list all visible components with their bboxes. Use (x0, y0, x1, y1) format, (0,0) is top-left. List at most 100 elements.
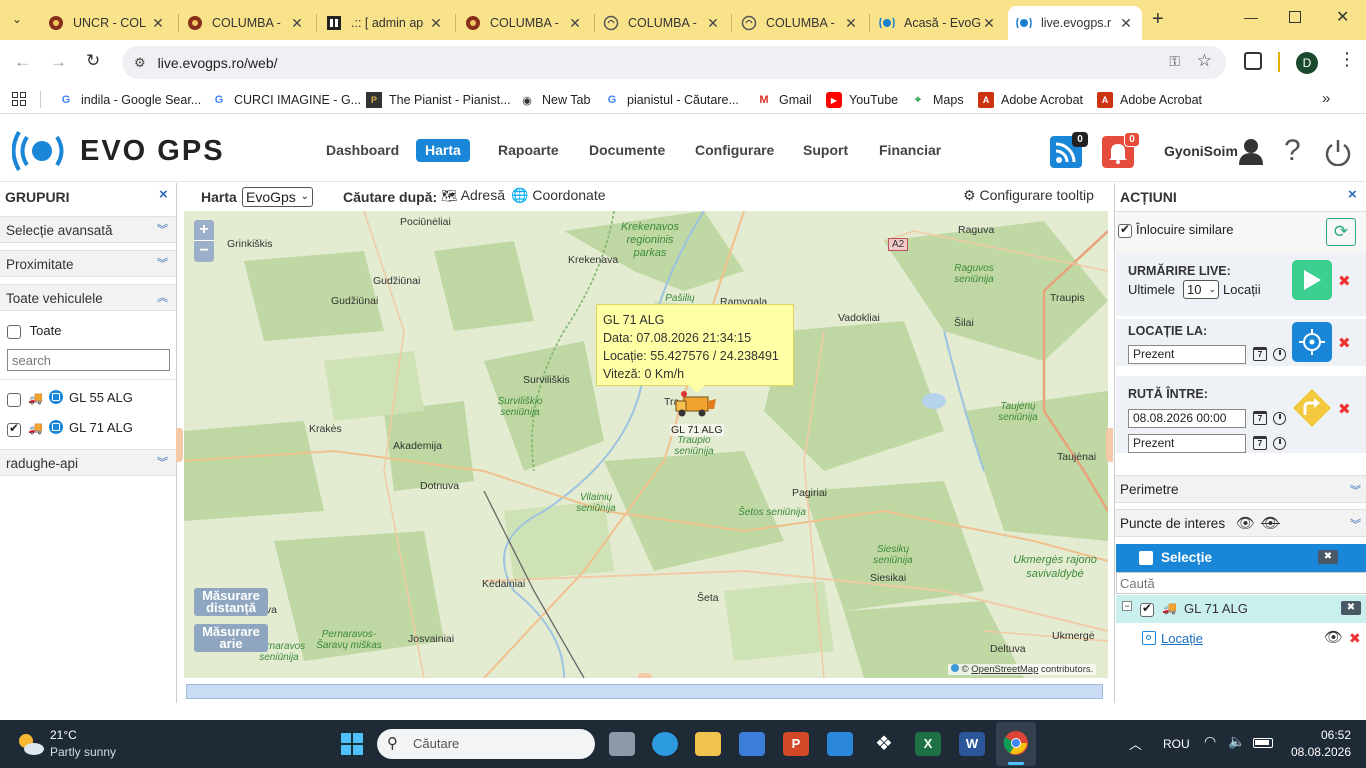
more-bookmarks-icon[interactable]: » (1322, 90, 1330, 107)
extensions-icon[interactable] (1244, 52, 1262, 70)
close-tab-icon[interactable]: ✕ (567, 15, 583, 32)
location-date-input[interactable]: Prezent (1128, 345, 1246, 364)
restore-icon[interactable] (1289, 11, 1301, 23)
profile-avatar[interactable]: D (1296, 52, 1318, 74)
close-tab-icon[interactable]: ✕ (981, 15, 997, 32)
bookmark-item[interactable]: Gpianistul - Căutare... (604, 90, 739, 110)
bookmark-item[interactable]: M Gmail (756, 90, 811, 110)
word-icon[interactable]: W (959, 732, 985, 756)
bookmark-item[interactable]: ◉ New Tab (519, 90, 590, 110)
clock-time[interactable]: 06:52 (1311, 728, 1351, 742)
clock-icon[interactable] (1273, 348, 1286, 361)
wifi-icon[interactable]: ◠ (1204, 733, 1216, 750)
nav-financiar[interactable]: Financiar (870, 139, 950, 162)
clock-date[interactable]: 08.08.2026 (1286, 745, 1351, 759)
browser-tab[interactable]: COLUMBA - ✕ (595, 6, 729, 40)
bookmark-item[interactable]: P The Pianist - Pianist... (366, 90, 511, 110)
mail-icon[interactable] (827, 732, 853, 756)
close-tab-icon[interactable]: ✕ (705, 15, 721, 32)
nav-harta[interactable]: Harta (416, 139, 470, 162)
bookmark-item[interactable]: A Adobe Acrobat (978, 90, 1083, 110)
remove-location-icon[interactable]: ✖ (1349, 630, 1361, 647)
vehicle-row[interactable]: 🚚 GL 55 ALG (7, 388, 175, 408)
task-view-icon[interactable] (609, 732, 635, 756)
nav-dashboard[interactable]: Dashboard (317, 139, 408, 162)
tree-location-row[interactable]: Locație 👁 ✖ (1116, 625, 1366, 653)
calendar-icon[interactable]: 7 (1253, 436, 1267, 450)
start-live-button[interactable] (1292, 260, 1332, 300)
eye-icon[interactable]: 👁 (1236, 514, 1255, 532)
password-key-icon[interactable]: ⚿ (1169, 53, 1180, 70)
store-icon[interactable] (739, 732, 765, 756)
taskbar-search[interactable]: ⚲ Căutare (377, 729, 595, 759)
help-icon[interactable]: ? (1284, 134, 1301, 168)
tree-location-link[interactable]: Locație (1161, 631, 1203, 646)
live-count-select[interactable]: 10 ⌄ (1183, 280, 1219, 299)
map-canvas[interactable]: + − A2 Pociūnėliai Grinkiškis Gudžiūnai … (184, 211, 1108, 678)
close-tab-icon[interactable]: ✕ (843, 15, 859, 32)
menu-icon[interactable]: ⋮ (1338, 50, 1356, 68)
browser-tab[interactable]: COLUMBA - ✕ (179, 6, 313, 40)
measure-area-button[interactable]: Măsurare arie (194, 624, 268, 652)
battery-icon[interactable] (1253, 738, 1273, 748)
back-icon[interactable]: ← (14, 52, 31, 72)
excel-icon[interactable]: X (915, 732, 941, 756)
bottom-panel-toggle[interactable] (638, 673, 652, 678)
zoom-in-button[interactable]: + (194, 220, 214, 241)
vehicle-checkbox[interactable] (7, 421, 21, 437)
power-icon[interactable] (1324, 138, 1352, 166)
close-tab-icon[interactable]: ✕ (1118, 15, 1134, 32)
map-provider-select[interactable]: EvoGps ⌄ (242, 187, 313, 207)
remove-vehicle-icon[interactable]: ✖ (1341, 601, 1361, 615)
evogps-logo[interactable]: EVO GPS (12, 131, 272, 171)
edge-icon[interactable] (652, 732, 678, 756)
close-panel-icon[interactable]: × (1348, 186, 1357, 203)
nav-rapoarte[interactable]: Rapoarte (489, 139, 568, 162)
calendar-icon[interactable]: 7 (1253, 347, 1267, 361)
clock-icon[interactable] (1273, 437, 1286, 450)
vehicle-row[interactable]: 🚚 GL 71 ALG (7, 418, 175, 438)
volume-icon[interactable]: 🔈 (1228, 733, 1245, 750)
route-from-input[interactable]: 08.08.2026 00:00 (1128, 409, 1246, 428)
select-all-checkbox[interactable] (7, 324, 21, 339)
measure-distance-button[interactable]: Măsurare distanță (194, 588, 268, 616)
close-tab-icon[interactable]: ✕ (428, 15, 444, 32)
address-search-button[interactable]: 🗺 Adresă (441, 187, 505, 204)
tree-collapse-icon[interactable]: − (1122, 601, 1132, 611)
vehicle-checkbox[interactable] (7, 392, 21, 407)
section-advanced-selection[interactable]: Selecție avansată ︾ (0, 216, 176, 243)
attribution-link[interactable]: OpenStreetMap (971, 664, 1038, 675)
username[interactable]: GyoniSoim (1164, 143, 1238, 159)
refresh-button[interactable]: ⟳ (1326, 218, 1356, 246)
weather-icon[interactable] (14, 730, 46, 758)
selection-checkbox[interactable] (1139, 551, 1153, 565)
bookmark-item[interactable]: Gindila - Google Sear... (58, 90, 202, 110)
tree-vehicle-checkbox[interactable] (1140, 601, 1154, 617)
bookmark-item[interactable]: G CURCI IMAGINE - G... (211, 90, 361, 110)
remove-route-icon[interactable]: ✖ (1338, 400, 1351, 418)
nav-configurare[interactable]: Configurare (686, 139, 783, 162)
group-radughe-api[interactable]: radughe-api ︾ (0, 449, 176, 476)
coordinates-search-button[interactable]: 🌐 Coordonate (511, 187, 606, 204)
left-panel-toggle[interactable] (176, 428, 183, 462)
eye-slash-icon[interactable]: 👁 (1261, 514, 1280, 532)
zoom-out-button[interactable]: − (194, 241, 214, 262)
user-icon[interactable] (1238, 138, 1264, 166)
browser-tab[interactable]: .:: [ admin ap ✕ (318, 6, 452, 40)
close-tab-icon[interactable]: ✕ (150, 15, 166, 32)
browser-tab[interactable]: UNCR - COL ✕ (40, 6, 174, 40)
nav-documente[interactable]: Documente (580, 139, 674, 162)
browser-tab[interactable]: COLUMBA - ✕ (733, 6, 867, 40)
address-bar[interactable]: ⚙ live.evogps.ro/web/ ⚿ ☆ (122, 46, 1226, 79)
poi-search-input[interactable] (1116, 572, 1366, 594)
tree-vehicle-row[interactable]: − 🚚 GL 71 ALG ✖ (1116, 595, 1366, 623)
clock-icon[interactable] (1273, 412, 1286, 425)
right-panel-toggle[interactable] (1106, 428, 1113, 462)
browser-tab-active[interactable]: live.evogps.r ✕ (1008, 6, 1142, 40)
windows-start-icon[interactable] (340, 732, 364, 756)
tab-search-icon[interactable]: ⌄ (12, 12, 22, 26)
close-window-icon[interactable]: ✕ (1336, 7, 1349, 27)
powerpoint-icon[interactable]: P (783, 732, 809, 756)
dropbox-icon[interactable]: ❖ (871, 732, 897, 756)
perimeters-section[interactable]: Perimetre ︾ (1115, 475, 1366, 503)
